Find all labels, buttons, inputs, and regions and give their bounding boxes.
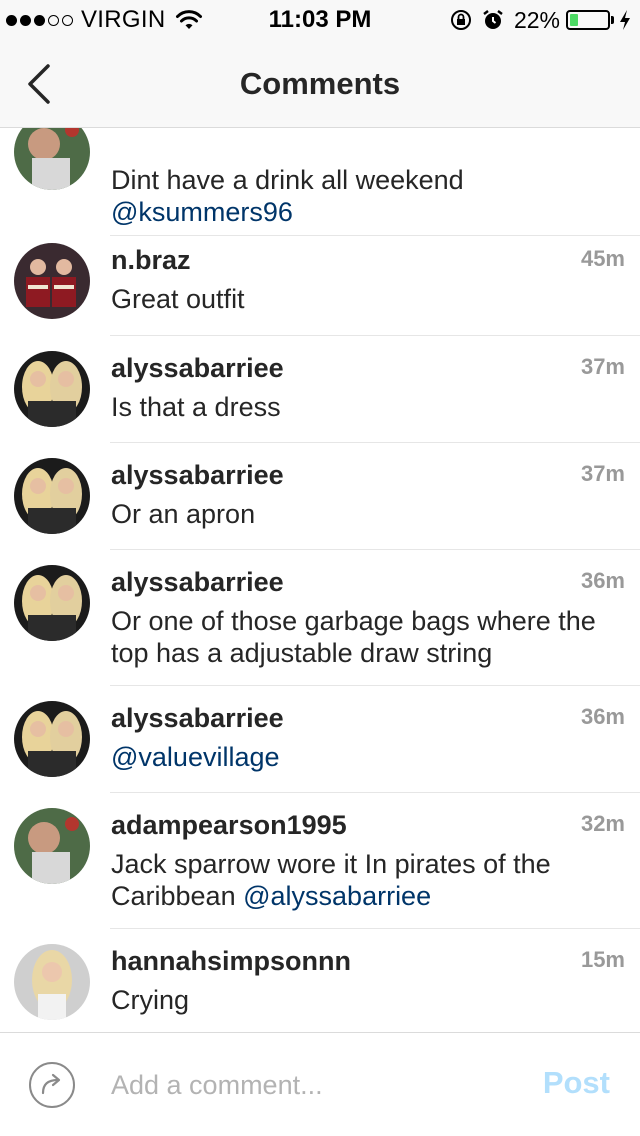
- avatar[interactable]: [14, 458, 90, 534]
- mention-link[interactable]: @ksummers96: [111, 197, 293, 227]
- comment-time: 36m: [580, 568, 625, 593]
- comment-text: Dint have a drink all weekend @ksummers9…: [111, 164, 601, 228]
- avatar-image: [14, 351, 90, 427]
- comment-text: Jack sparrow wore it In pirates of the C…: [111, 848, 601, 912]
- comment-input[interactable]: [111, 1065, 491, 1105]
- comment-item: n.braz 45m Great outfit: [0, 228, 640, 336]
- rotation-lock-icon: [450, 10, 471, 30]
- avatar-image: [14, 243, 90, 319]
- avatar[interactable]: [14, 243, 90, 319]
- avatar-image: [14, 128, 90, 190]
- comment-time: 45m: [580, 246, 625, 271]
- comment-text: Or one of those garbage bags where the t…: [111, 606, 596, 668]
- comment-username[interactable]: alyssabarriee: [111, 460, 284, 491]
- avatar-image: [14, 458, 90, 534]
- comment-item: adampearson1995 2h Dint have a drink all…: [0, 128, 640, 236]
- avatar-image: [14, 701, 90, 777]
- comment-time: 15m: [580, 947, 625, 972]
- comment-text: @valuevillage: [111, 741, 601, 773]
- battery-level: [570, 14, 578, 26]
- charging-bolt-icon: [620, 10, 630, 30]
- avatar[interactable]: [14, 565, 90, 641]
- battery-icon: [566, 10, 610, 30]
- avatar-image: [14, 565, 90, 641]
- comment-item: hannahsimpsonnn 15m Crying: [0, 929, 640, 1032]
- comment-text: Crying: [111, 985, 190, 1015]
- avatar[interactable]: [14, 701, 90, 777]
- avatar-image: [14, 808, 90, 884]
- comment-composer: Post: [0, 1032, 640, 1136]
- comment-username[interactable]: adampearson1995: [111, 810, 347, 841]
- comment-item: alyssabarriee 37m Is that a dress: [0, 336, 640, 443]
- comment-time: 37m: [580, 461, 625, 486]
- comments-list[interactable]: adampearson1995 2h Dint have a drink all…: [0, 128, 640, 1032]
- alarm-icon: [483, 10, 503, 29]
- comment-item: alyssabarriee 36m @valuevillage: [0, 686, 640, 793]
- comment-item: adampearson1995 32m Jack sparrow wore it…: [0, 793, 640, 929]
- comment-text: Or an apron: [111, 499, 256, 529]
- avatar[interactable]: [14, 128, 90, 190]
- share-arrow-icon: [29, 1062, 75, 1108]
- battery-percent: 22%: [513, 6, 560, 33]
- page-title: Comments: [239, 66, 401, 101]
- status-bar: VIRGIN 11:03 PM 22%: [0, 0, 640, 40]
- nav-bar: Comments: [0, 40, 640, 128]
- avatar-image: [14, 944, 90, 1020]
- mention-link[interactable]: @alyssabarriee: [243, 881, 431, 911]
- comment-username[interactable]: hannahsimpsonnn: [111, 946, 351, 977]
- avatar[interactable]: [14, 351, 90, 427]
- comment-item: alyssabarriee 37m Or an apron: [0, 443, 640, 550]
- comment-time: 37m: [580, 354, 625, 379]
- mention-link[interactable]: @valuevillage: [111, 742, 280, 772]
- comment-item: alyssabarriee 36m Or one of those garbag…: [0, 550, 640, 686]
- comment-username[interactable]: alyssabarriee: [111, 353, 284, 384]
- comment-time: 32m: [580, 811, 625, 836]
- share-button[interactable]: [28, 1061, 76, 1109]
- battery-cap: [611, 16, 614, 24]
- comment-text: Is that a dress: [111, 392, 281, 422]
- comment-username[interactable]: alyssabarriee: [111, 567, 284, 598]
- avatar[interactable]: [14, 944, 90, 1020]
- comment-username[interactable]: alyssabarriee: [111, 703, 284, 734]
- comment-text: Great outfit: [111, 284, 245, 314]
- comment-time: 36m: [580, 704, 625, 729]
- status-right: 22%: [450, 6, 632, 34]
- comment-body: Dint have a drink all weekend: [111, 165, 464, 195]
- comment-username[interactable]: n.braz: [111, 245, 191, 276]
- avatar[interactable]: [14, 808, 90, 884]
- post-button[interactable]: Post: [543, 1065, 610, 1101]
